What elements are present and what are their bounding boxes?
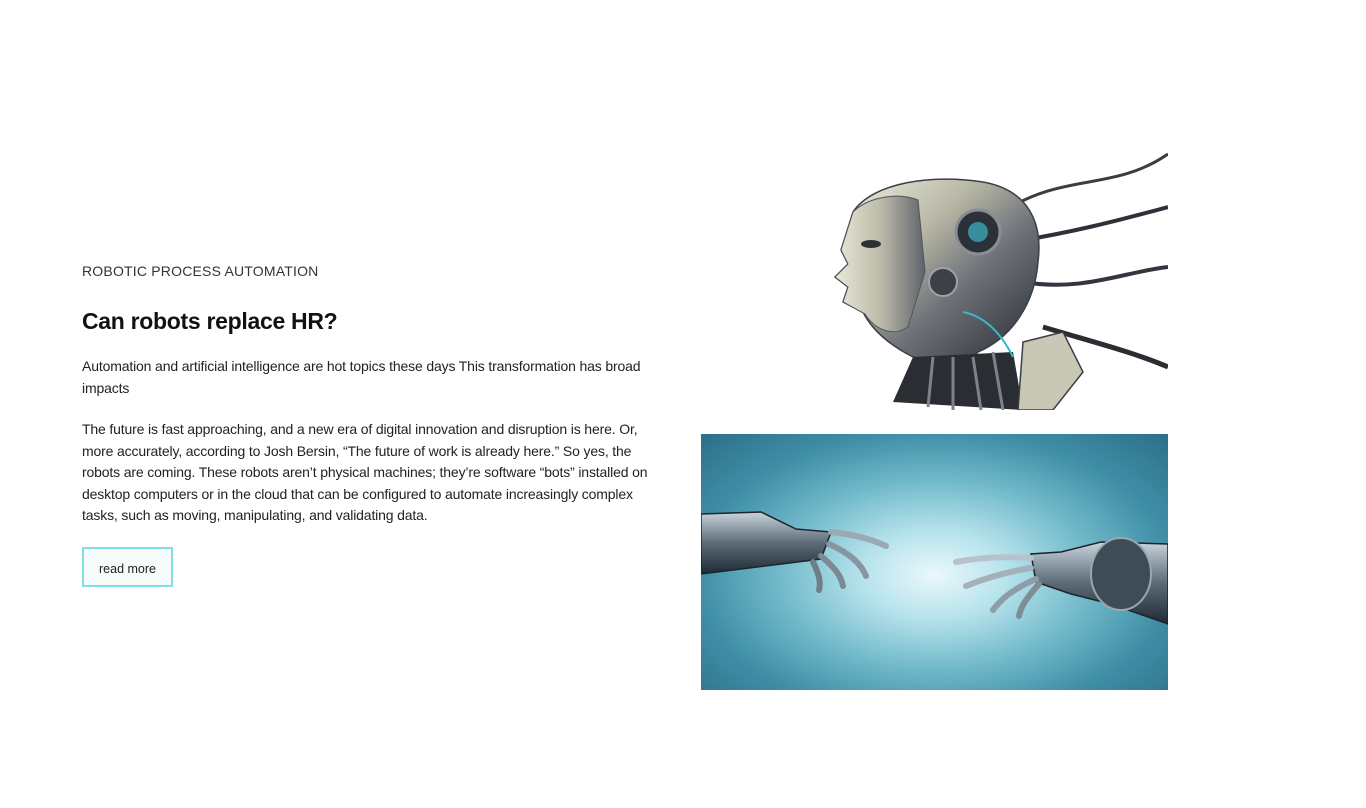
article-lead: Automation and artificial intelligence a… bbox=[82, 358, 641, 396]
article-images bbox=[701, 150, 1168, 690]
article-title: Can robots replace HR? bbox=[82, 308, 338, 334]
page: ROBOTIC PROCESS AUTOMATION Can robots re… bbox=[0, 0, 1366, 808]
read-more-button[interactable]: read more bbox=[82, 546, 173, 587]
article-section: ROBOTIC PROCESS AUTOMATION Can robots re… bbox=[82, 262, 662, 587]
article-category: ROBOTIC PROCESS AUTOMATION bbox=[82, 263, 319, 279]
robot-head-image bbox=[813, 152, 1168, 410]
robot-hands-image bbox=[701, 434, 1168, 690]
article-body: The future is fast approaching, and a ne… bbox=[82, 421, 648, 523]
